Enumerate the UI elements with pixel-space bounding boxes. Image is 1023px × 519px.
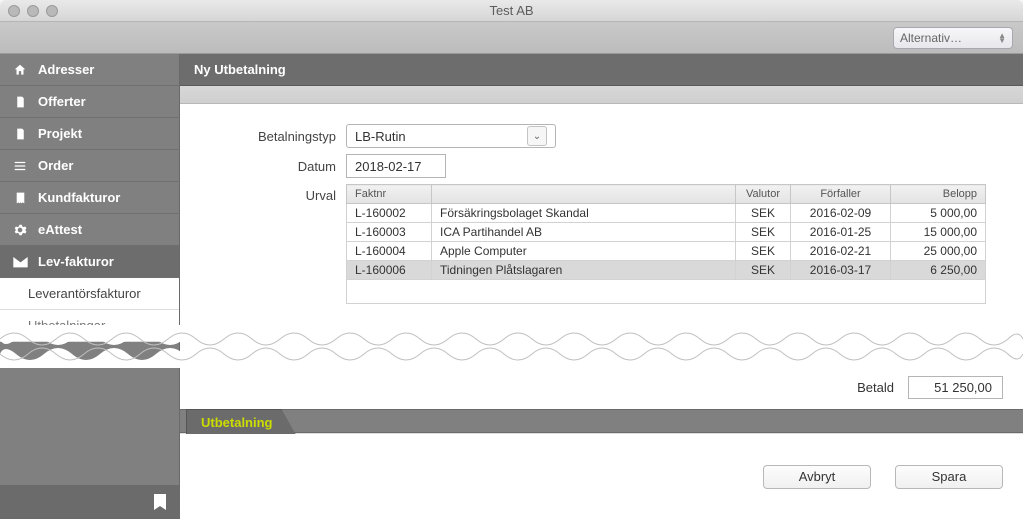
cancel-button[interactable]: Avbryt [763, 465, 871, 489]
page-title: Ny Utbetalning [194, 62, 286, 77]
cell-name: Försäkringsbolaget Skandal [432, 204, 736, 223]
save-button[interactable]: Spara [895, 465, 1003, 489]
window-title: Test AB [0, 3, 1023, 18]
col-belopp[interactable]: Belopp [891, 185, 986, 204]
cell-valuta: SEK [736, 204, 791, 223]
zoom-window-icon[interactable] [46, 5, 58, 17]
col-faktnr[interactable]: Faktnr [347, 185, 432, 204]
sidebar-item-label: Adresser [38, 62, 94, 77]
alternativ-label: Alternativ… [900, 31, 962, 45]
sidebar-item-adresser[interactable]: Adresser [0, 54, 179, 86]
sidebar-item-kundfakturor[interactable]: Kundfakturor [0, 182, 179, 214]
table-header-row: Faktnr Valutor Förfaller Belopp [347, 185, 986, 204]
betald-value: 51 250,00 [908, 376, 1003, 399]
chevron-updown-icon: ▲▼ [998, 33, 1006, 43]
betalningstyp-value: LB-Rutin [355, 129, 406, 144]
minimize-window-icon[interactable] [27, 5, 39, 17]
table-row[interactable]: L-160002Försäkringsbolaget SkandalSEK201… [347, 204, 986, 223]
cell-forfaller: 2016-01-25 [791, 223, 891, 242]
cell-belopp: 25 000,00 [891, 242, 986, 261]
cell-belopp: 5 000,00 [891, 204, 986, 223]
footer: Avbryt Spara [180, 433, 1023, 519]
window-controls [0, 5, 58, 17]
gear-icon [12, 223, 28, 237]
datum-label: Datum [196, 159, 346, 174]
sidebar-item-eattest[interactable]: eAttest [0, 214, 179, 246]
sidebar-item-label: Order [38, 158, 73, 173]
col-name[interactable] [432, 185, 736, 204]
table-empty-row [347, 280, 986, 304]
sidebar-item-label: eAttest [38, 222, 82, 237]
cancel-label: Avbryt [799, 469, 836, 484]
cell-faktnr: L-160003 [347, 223, 432, 242]
list-icon [12, 159, 28, 173]
sidebar-item-projekt[interactable]: Projekt [0, 118, 179, 150]
sidebar-item-offerter[interactable]: Offerter [0, 86, 179, 118]
tab-label: Utbetalning [201, 415, 273, 430]
tab-utbetalning[interactable]: Utbetalning [186, 409, 296, 434]
cell-faktnr: L-160004 [347, 242, 432, 261]
sidebar-sub-label: Utbetalningar [28, 318, 105, 333]
sidebar-sub-label: Leverantörsfakturor [28, 286, 141, 301]
cell-forfaller: 2016-03-17 [791, 261, 891, 280]
sidebar-sub-utbetalningar[interactable]: Utbetalningar [0, 310, 179, 342]
table-row[interactable]: L-160004Apple ComputerSEK2016-02-2125 00… [347, 242, 986, 261]
cell-forfaller: 2016-02-21 [791, 242, 891, 261]
datum-value: 2018-02-17 [355, 159, 422, 174]
cell-valuta: SEK [736, 242, 791, 261]
lower-panel: Betald 51 250,00 Utbetalning Avbryt Spar… [180, 370, 1023, 519]
urval-label: Urval [196, 184, 346, 203]
close-window-icon[interactable] [8, 5, 20, 17]
cell-faktnr: L-160002 [347, 204, 432, 223]
sidebar-item-label: Offerter [38, 94, 86, 109]
subheader-bar [180, 86, 1023, 104]
cell-forfaller: 2016-02-09 [791, 204, 891, 223]
sidebar-item-label: Lev-fakturor [38, 254, 114, 269]
sidebar-item-label: Kundfakturor [38, 190, 120, 205]
sidebar-lower [0, 370, 180, 519]
urval-table[interactable]: Faktnr Valutor Förfaller Belopp L-160002… [346, 184, 986, 304]
col-valutor[interactable]: Valutor [736, 185, 791, 204]
cell-valuta: SEK [736, 261, 791, 280]
sidebar-item-label: Projekt [38, 126, 82, 141]
document-icon [12, 95, 28, 109]
cell-name: Tidningen Plåtslagaren [432, 261, 736, 280]
betalningstyp-label: Betalningstyp [196, 129, 346, 144]
tabstrip: Utbetalning [180, 409, 1023, 433]
chevron-down-icon: ⌄ [527, 126, 547, 146]
envelope-icon [12, 256, 28, 268]
cell-belopp: 6 250,00 [891, 261, 986, 280]
document-icon [12, 127, 28, 141]
datum-input[interactable]: 2018-02-17 [346, 154, 446, 178]
betalningstyp-select[interactable]: LB-Rutin ⌄ [346, 124, 556, 148]
betald-label: Betald [857, 380, 894, 395]
home-icon [12, 63, 28, 77]
toolbar: Alternativ… ▲▼ [0, 22, 1023, 54]
save-label: Spara [932, 469, 967, 484]
cell-belopp: 15 000,00 [891, 223, 986, 242]
alternativ-dropdown[interactable]: Alternativ… ▲▼ [893, 27, 1013, 49]
table-row[interactable]: L-160003ICA Partihandel ABSEK2016-01-251… [347, 223, 986, 242]
cell-name: ICA Partihandel AB [432, 223, 736, 242]
page-header: Ny Utbetalning [180, 54, 1023, 86]
invoice-icon [12, 191, 28, 205]
cell-valuta: SEK [736, 223, 791, 242]
table-row[interactable]: L-160006Tidningen PlåtslagarenSEK2016-03… [347, 261, 986, 280]
bookmark-icon[interactable] [154, 494, 166, 510]
sidebar-bottom [0, 485, 180, 519]
titlebar: Test AB [0, 0, 1023, 22]
cell-faktnr: L-160006 [347, 261, 432, 280]
col-forfaller[interactable]: Förfaller [791, 185, 891, 204]
sidebar-item-order[interactable]: Order [0, 150, 179, 182]
cell-name: Apple Computer [432, 242, 736, 261]
sidebar-item-lev-fakturor[interactable]: Lev-fakturor [0, 246, 179, 278]
sidebar-sub-leverantorsfakturor[interactable]: Leverantörsfakturor [0, 278, 179, 310]
